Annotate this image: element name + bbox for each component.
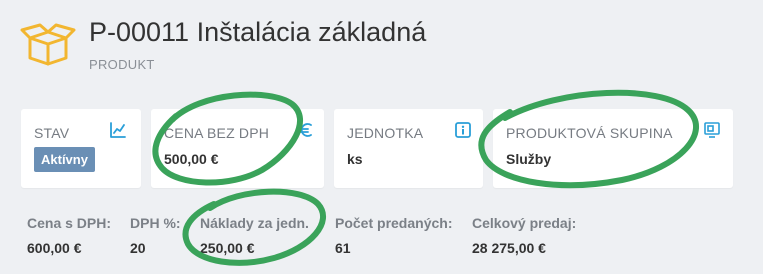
page-header: P-00011 Inštalácia základná PRODUKT: [0, 0, 763, 92]
group-card: PRODUKTOVÁ SKUPINA Služby: [493, 109, 733, 188]
stat-label: Náklady za jedn.: [200, 215, 309, 231]
unit-label: JEDNOTKA: [347, 125, 424, 141]
euro-icon[interactable]: [298, 122, 314, 138]
trend-chart-icon[interactable]: [110, 122, 126, 138]
price-card: CENA BEZ DPH 500,00 €: [151, 109, 324, 188]
stat-total-sales: Celkový predaj: 28 275,00 €: [472, 215, 576, 256]
status-label: STAV: [34, 125, 70, 141]
stat-sold-count: Počet predaných: 61: [335, 215, 452, 256]
unit-value: ks: [347, 151, 363, 167]
stat-label: DPH %:: [130, 215, 181, 231]
unit-card: JEDNOTKA ks: [334, 109, 483, 188]
stat-value: 600,00 €: [27, 240, 82, 256]
stat-value: 28 275,00 €: [472, 240, 546, 256]
box-icon: [20, 23, 76, 66]
page-subtitle: PRODUKT: [89, 57, 155, 72]
stat-value: 20: [130, 240, 146, 256]
stat-value: 61: [335, 240, 351, 256]
stat-label: Cena s DPH:: [27, 215, 112, 231]
status-card: STAV Aktívny: [21, 109, 141, 188]
group-icon[interactable]: [704, 122, 720, 138]
info-icon[interactable]: [455, 122, 471, 138]
stat-label: Počet predaných:: [335, 215, 453, 231]
stat-vat-percent: DPH %: 20: [130, 215, 181, 256]
stat-unit-cost: Náklady za jedn. 250,00 €: [200, 215, 309, 256]
stat-label: Celkový predaj:: [472, 215, 577, 231]
status-badge: Aktívny: [34, 147, 95, 172]
price-label: CENA BEZ DPH: [164, 125, 270, 141]
page-title: P-00011 Inštalácia základná: [89, 17, 427, 47]
stat-price-with-vat: Cena s DPH: 600,00 €: [27, 215, 111, 256]
group-value: Služby: [506, 151, 552, 167]
stat-value: 250,00 €: [200, 240, 255, 256]
group-label: PRODUKTOVÁ SKUPINA: [506, 125, 673, 141]
price-value: 500,00 €: [164, 151, 219, 167]
